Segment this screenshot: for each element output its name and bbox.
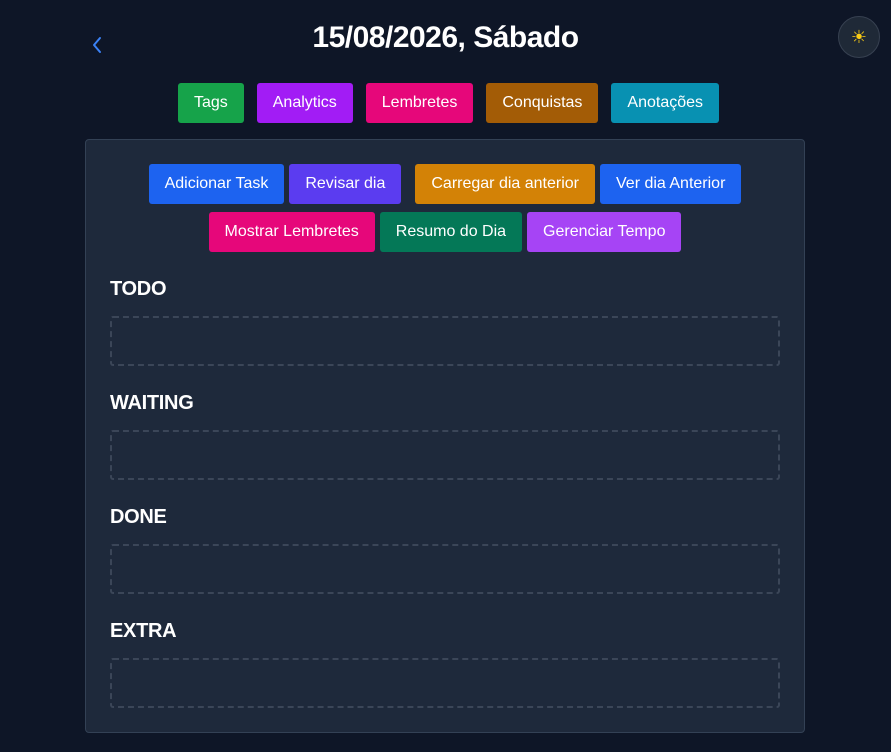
tags-button[interactable]: Tags	[177, 83, 244, 123]
add-task-button[interactable]: Adicionar Task	[148, 164, 285, 204]
sun-icon: ☀	[850, 26, 868, 47]
analytics-button[interactable]: Analytics	[256, 83, 353, 123]
theme-toggle-button[interactable]: ☀	[838, 16, 880, 58]
waiting-dropzone[interactable]	[110, 430, 780, 480]
manage-time-button[interactable]: Gerenciar Tempo	[527, 212, 682, 252]
lembretes-button[interactable]: Lembretes	[365, 83, 474, 123]
done-dropzone[interactable]	[110, 544, 780, 594]
todo-dropzone[interactable]	[110, 316, 780, 366]
day-summary-button[interactable]: Resumo do Dia	[379, 212, 523, 252]
section-title-waiting: WAITING	[110, 392, 194, 414]
page-title: 15/08/2026, Sábado	[312, 21, 579, 54]
section-title-extra: EXTRA	[110, 620, 177, 642]
day-panel: Adicionar Task Revisar dia Carregar dia …	[85, 139, 805, 733]
review-day-button[interactable]: Revisar dia	[289, 164, 402, 204]
top-nav: Tags Analytics Lembretes Conquistas Anot…	[0, 83, 891, 123]
extra-dropzone[interactable]	[110, 658, 780, 708]
show-reminders-button[interactable]: Mostrar Lembretes	[208, 212, 375, 252]
load-previous-day-button[interactable]: Carregar dia anterior	[415, 164, 595, 204]
action-row-1: Adicionar Task Revisar dia Carregar dia …	[86, 164, 804, 204]
view-previous-day-button[interactable]: Ver dia Anterior	[600, 164, 742, 204]
anotacoes-button[interactable]: Anotações	[611, 83, 720, 123]
section-title-done: DONE	[110, 506, 167, 528]
action-row-2: Mostrar Lembretes Resumo do Dia Gerencia…	[86, 212, 804, 252]
section-title-todo: TODO	[110, 278, 167, 300]
conquistas-button[interactable]: Conquistas	[486, 83, 599, 123]
